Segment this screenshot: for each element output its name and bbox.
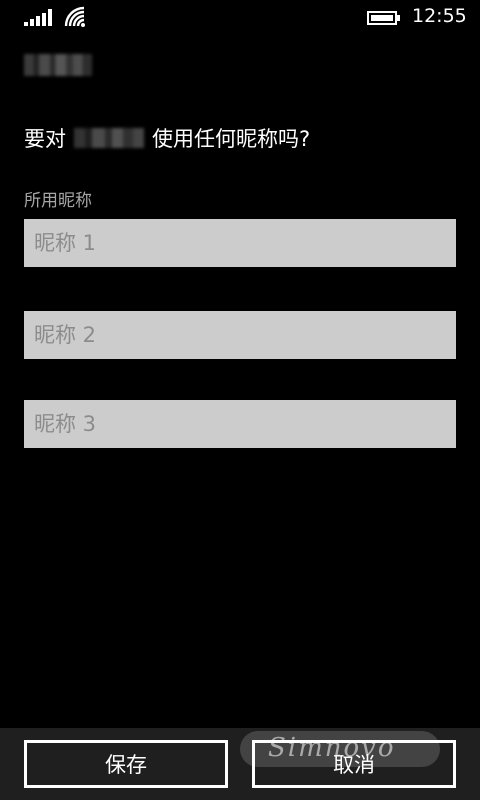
save-button[interactable]: 保存 xyxy=(24,740,228,788)
nicknames-label: 所用昵称 xyxy=(24,191,92,211)
contact-name-inline-redacted xyxy=(74,128,144,148)
nickname-field-1[interactable] xyxy=(24,219,456,267)
nickname-field-2[interactable] xyxy=(24,311,456,359)
watermark-text: Simnovo xyxy=(268,733,396,763)
status-bar: 12:55 xyxy=(0,0,480,34)
question-suffix: 使用任何昵称吗? xyxy=(152,127,311,151)
contact-name-redacted xyxy=(24,54,92,76)
nickname-field-3[interactable] xyxy=(24,400,456,448)
battery-icon xyxy=(367,11,400,25)
signal-bars-icon xyxy=(24,9,52,26)
clock: 12:55 xyxy=(412,5,467,27)
nickname-question: 要对 使用任何昵称吗? xyxy=(24,122,310,154)
question-prefix: 要对 xyxy=(24,127,66,151)
wifi-icon xyxy=(64,6,85,27)
